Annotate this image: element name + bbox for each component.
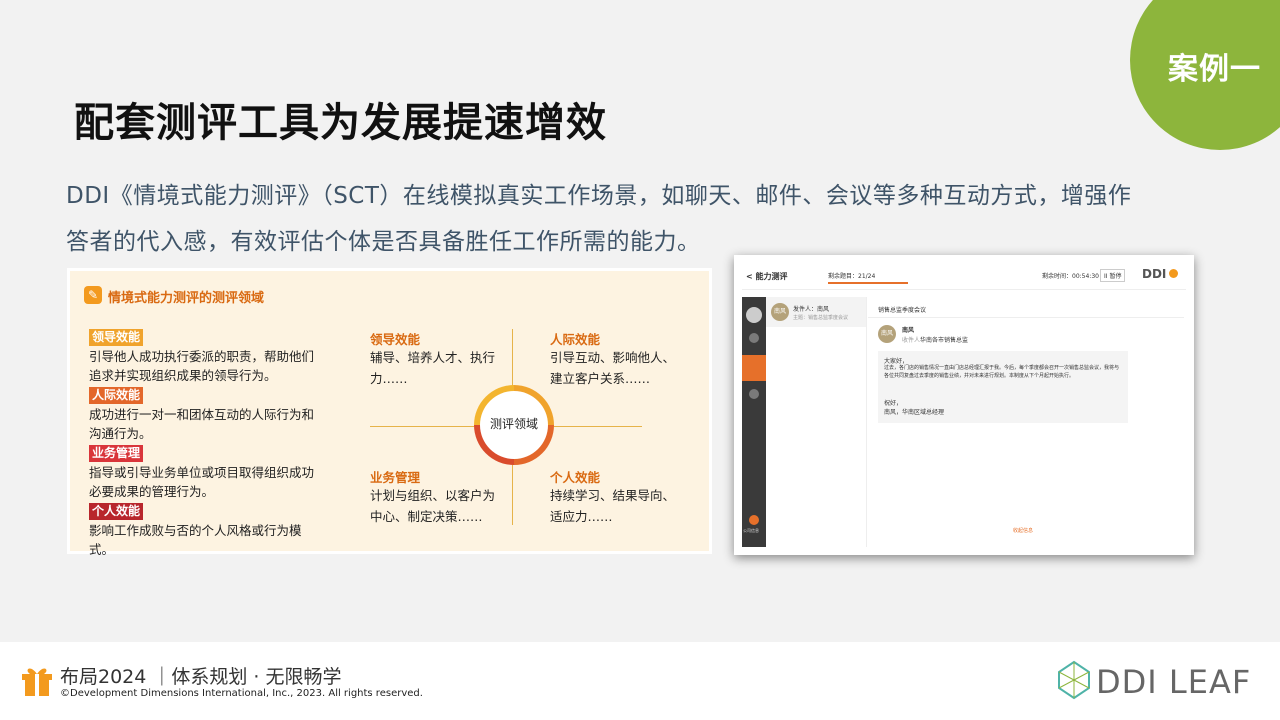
assessment-domain-panel: ✎ 情境式能力测评的测评领域 领导效能 引导他人成功执行委派的职责，帮助他们追求…	[67, 268, 712, 557]
to-value: 华南各市销售总监	[920, 337, 969, 344]
ddi-leaf-logo: DDI LEAF	[1096, 663, 1252, 701]
edit-icon: ✎	[84, 286, 102, 304]
desc-business: 指导或引导业务单位或项目取得组织成功必要成果的管理行为。	[89, 465, 315, 499]
tag-interpersonal: 人际效能	[89, 387, 144, 404]
domain-ring: 测评领域	[474, 385, 554, 465]
tag-business: 业务管理	[89, 445, 144, 462]
ddi-logo: DDI	[1142, 267, 1167, 281]
app-screenshot: < 能力测评 剩余题目：21/24 剩余时间：00:54:30 II 暂停 DD…	[734, 255, 1194, 555]
mail-sender: 发件人：南风	[793, 306, 830, 313]
gift-icon	[22, 668, 52, 696]
mail-list: 南风 发件人：南风 主题：销售总监季度会议	[766, 297, 867, 547]
from-name: 南风	[902, 327, 915, 334]
quadrant-tl-desc: 辅导、培养人才、执行力……	[370, 350, 496, 386]
meeting-icon	[749, 389, 759, 399]
progress-bar	[828, 282, 908, 284]
quadrant-tr-desc: 引导互动、影响他人、建立客户关系……	[550, 350, 676, 386]
tag-personal: 个人效能	[89, 503, 144, 520]
footer-copyright: ©Development Dimensions International, I…	[60, 688, 423, 699]
user-avatar	[746, 307, 762, 323]
time-remaining: 剩余时间：00:54:30	[1042, 273, 1099, 280]
desc-interpersonal: 成功进行一对一和团体互动的人际行为和沟通行为。	[89, 407, 315, 441]
company-icon	[749, 515, 759, 525]
body-signature: 南风，华南区域总经理	[884, 409, 945, 416]
quadrant-br-desc: 持续学习、结果导向、适应力……	[550, 488, 676, 524]
ring-center: 测评领域	[480, 391, 548, 459]
sender-avatar: 南风	[771, 303, 789, 321]
body-text: 过去，各门店的销售情况一直由门店总经理汇报于我。今后，每个季度都会召开一次销售总…	[884, 365, 1120, 379]
tag-leadership: 领导效能	[89, 329, 144, 346]
screenshot-topbar: < 能力测评 剩余题目：21/24 剩余时间：00:54:30 II 暂停 DD…	[742, 263, 1186, 290]
mail-body: 大家好， 过去，各门店的销售情况一直由门店总经理汇报于我。今后，每个季度都会召开…	[878, 351, 1128, 423]
progress-text: 剩余题目：21/24	[828, 273, 876, 280]
mail-divider	[868, 317, 1184, 318]
quadrant-bl-title: 业务管理	[370, 470, 421, 485]
mail-content: 销售总监季度会议 南风 南风 收件人： 华南各市销售总监 大家好， 过去，各门店…	[868, 297, 1184, 547]
intro-line-1: DDI《情境式能力测评》（SCT）在线模拟真实工作场景，如聊天、邮件、会议等多种…	[66, 183, 1132, 209]
page-title: 配套测评工具为发展提速增效	[74, 100, 607, 146]
quadrant-tl-title: 领导效能	[370, 332, 421, 347]
footer-title: 布局2024 ｜体系规划 · 无限畅学	[60, 666, 342, 688]
intro-line-2: 答者的代入感，有效评估个体是否具备胜任工作所需的能力。	[66, 229, 701, 255]
panel-title: 情境式能力测评的测评领域	[108, 291, 265, 306]
sidebar-bottom-label: 公司信息	[743, 528, 759, 533]
ring-label: 测评领域	[489, 417, 538, 431]
back-link: < 能力测评	[746, 272, 788, 281]
chat-icon	[749, 333, 759, 343]
mail-subject: 销售总监季度会议	[878, 307, 927, 314]
collapse-link: 收起信息	[1013, 528, 1034, 534]
quadrant-bl-desc: 计划与组织、以客户为中心、制定决策……	[370, 488, 496, 524]
quadrant-tr-title: 人际效能	[550, 332, 601, 347]
mail-subject-preview: 主题：销售总监季度会议	[793, 315, 849, 321]
quadrant-br-title: 个人效能	[550, 470, 601, 485]
badge-label: 案例一	[1168, 52, 1261, 87]
logo-dot	[1169, 269, 1178, 278]
desc-personal: 影响工作成败与否的个人风格或行为模式。	[89, 523, 302, 557]
leaf-logo-icon	[1058, 660, 1090, 700]
from-avatar: 南风	[878, 325, 896, 343]
mail-icon-active	[742, 355, 766, 381]
pause-button: II 暂停	[1100, 269, 1126, 282]
desc-leadership: 引导他人成功执行委派的职责，帮助他们追求并实现组织成果的领导行为。	[89, 349, 315, 383]
body-closing: 祝好，	[884, 400, 903, 407]
screenshot-sidebar: 公司信息	[742, 297, 766, 547]
